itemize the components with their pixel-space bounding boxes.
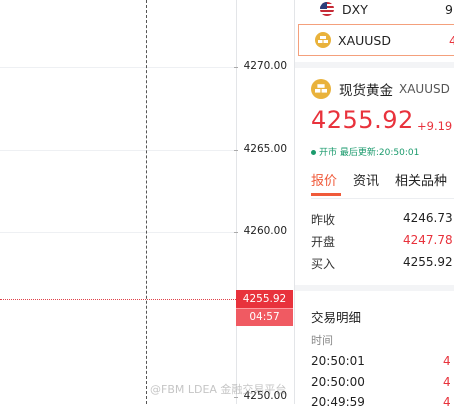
trades-title: 交易明细 [311, 310, 362, 325]
gold-coin-icon [315, 32, 331, 48]
price-tick: 4260.00 [233, 225, 287, 237]
price-change: +9.19 [417, 119, 453, 133]
market-status: 开市 最后更新:20:50:01 [311, 145, 419, 158]
trade-price: 4 [443, 375, 451, 389]
trade-time: 20:50:01 [311, 354, 365, 368]
watchlist-item-dxy[interactable]: DXY 9 [295, 0, 454, 21]
grid-line [0, 232, 236, 233]
quote-row-bid: 买入 4255.92 [311, 255, 454, 273]
price-tick: 4270.00 [233, 60, 287, 72]
active-tab-underline [311, 193, 341, 196]
quote-row-open: 开盘 4247.78 [311, 233, 454, 251]
instrument-name: 现货黄金 [339, 83, 393, 99]
trade-row: 20:50:00 4 [311, 375, 454, 389]
trade-time: 20:49:59 [311, 395, 365, 409]
market-status-text: 开市 最后更新:20:50:01 [319, 148, 420, 158]
gold-coin-icon [311, 79, 331, 99]
watchlist-value: 9 [445, 1, 453, 17]
detail-tabs: 报价 资讯 相关品种 [311, 170, 454, 198]
quote-label: 开盘 [311, 235, 336, 249]
tab-related[interactable]: 相关品种 [395, 170, 447, 198]
current-price-tag: 4255.92 04:57 [236, 290, 293, 326]
watchlist-symbol: DXY [342, 1, 368, 17]
quote-panel: DXY 9 XAUUSD 4 现货黄金 XAUUSD 4255.92 +9.19… [294, 0, 454, 409]
tabs-divider [311, 198, 454, 199]
quote-row-prev-close: 昨收 4246.73 [311, 211, 454, 229]
watchlist-symbol: XAUUSD [338, 32, 391, 48]
price-axis[interactable]: 4270.00 4265.00 4260.00 4250.00 [233, 0, 295, 404]
us-flag-icon [320, 2, 334, 16]
quote-value: 4246.73 [403, 211, 453, 225]
quote-label: 买入 [311, 257, 336, 271]
current-price-label: 4255.92 [236, 290, 293, 308]
quote-value: 4247.78 [403, 233, 453, 247]
bar-countdown: 04:57 [236, 308, 293, 326]
instrument-code: XAUUSD [399, 82, 450, 96]
tab-news[interactable]: 资讯 [353, 170, 379, 198]
watchlist-item-xauusd[interactable]: XAUUSD 4 [298, 24, 454, 56]
trade-price: 4 [443, 354, 451, 368]
crosshair-vertical [146, 0, 147, 404]
trade-row: 20:49:59 4 [311, 395, 454, 409]
price-tick: 4265.00 [233, 143, 287, 155]
watermark: @FBM LDEA 金融交易平台 [150, 383, 287, 396]
quote-value: 4255.92 [403, 255, 453, 269]
section-divider [295, 62, 454, 68]
trade-time: 20:50:00 [311, 375, 365, 389]
chart-pane[interactable] [0, 0, 236, 404]
trade-row: 20:50:01 4 [311, 354, 454, 368]
quote-label: 昨收 [311, 213, 336, 227]
watchlist-value: 4 [449, 32, 454, 48]
status-dot-icon [311, 150, 316, 155]
last-price: 4255.92 [311, 106, 414, 134]
trade-price: 4 [443, 395, 451, 409]
grid-line [0, 150, 236, 151]
current-price-line [0, 299, 236, 300]
grid-line [0, 67, 236, 68]
trades-time-header: 时间 [311, 334, 333, 347]
instrument-header: 现货黄金 XAUUSD [311, 78, 454, 100]
section-divider [295, 285, 454, 291]
